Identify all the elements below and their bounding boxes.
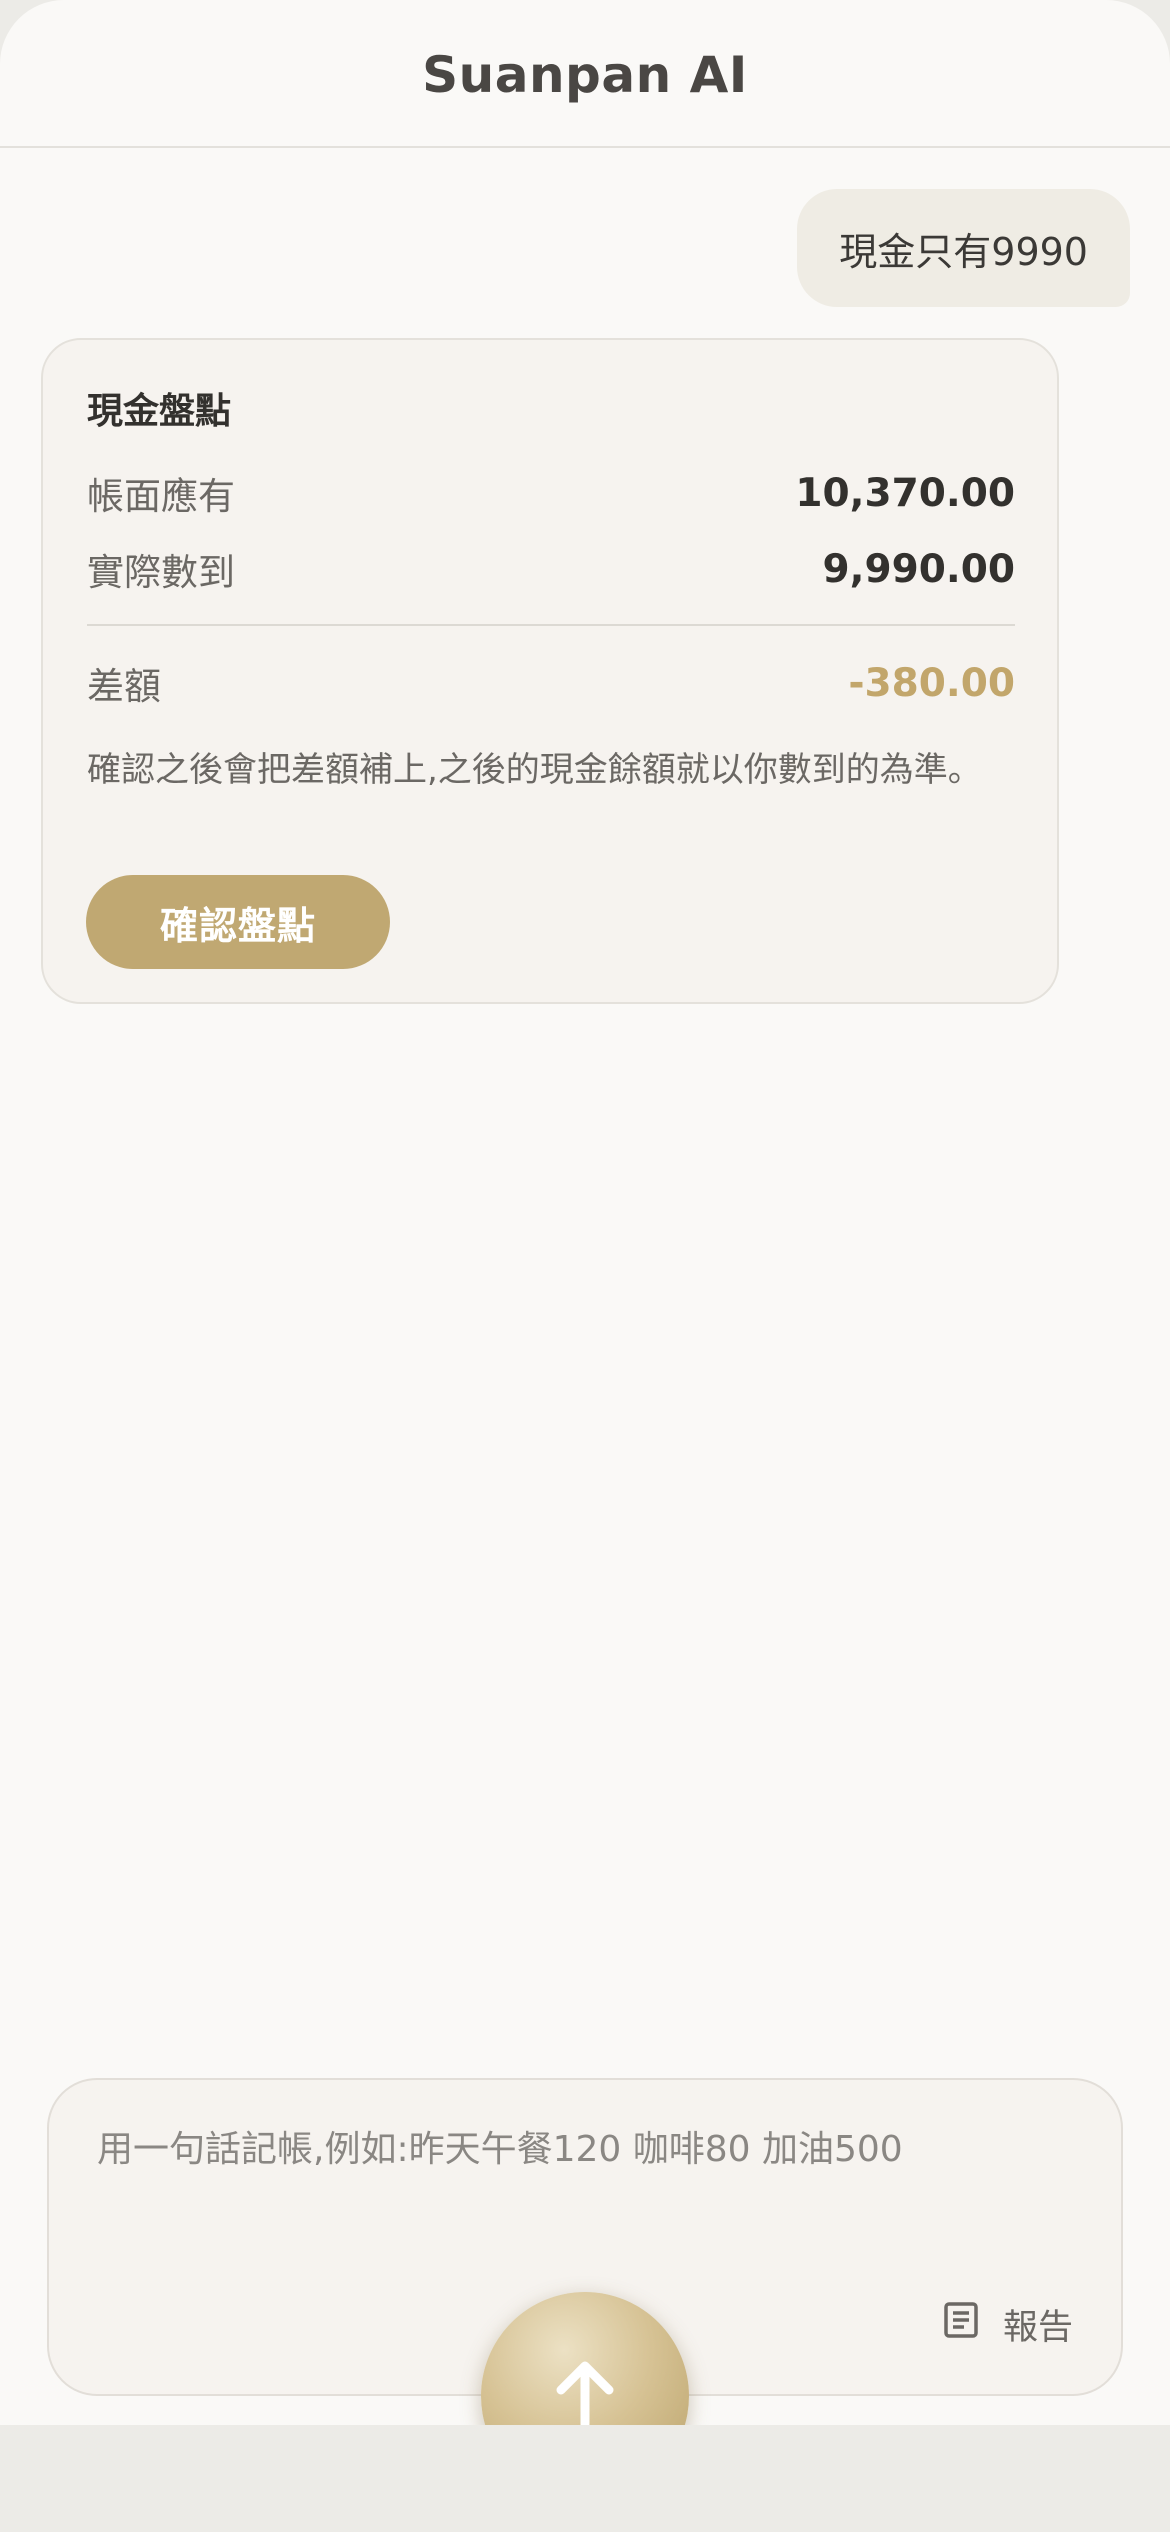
user-message-text: 現金只有9990 (839, 229, 1088, 274)
app-title: Suanpan AI (422, 46, 748, 104)
app-screen: Suanpan AI 現金只有9990 現金盤點 帳面應有 10,370.00 … (0, 0, 1170, 2425)
counted-balance-row: 實際數到 9,990.00 (87, 544, 1015, 595)
user-message-bubble: 現金只有9990 (797, 189, 1130, 307)
card-divider (87, 624, 1015, 626)
confirm-count-label: 確認盤點 (159, 903, 316, 948)
document-icon (943, 2301, 979, 2348)
difference-row: 差額 -380.00 (87, 658, 1015, 709)
app-header: Suanpan AI (0, 0, 1170, 148)
arrow-up-icon (556, 2361, 614, 2425)
book-balance-value: 10,370.00 (795, 470, 1015, 516)
message-input[interactable]: 用一句話記帳,例如:昨天午餐120 咖啡80 加油500 (97, 2120, 1077, 2172)
difference-label: 差額 (87, 665, 161, 708)
counted-balance-label: 實際數到 (87, 551, 235, 594)
cash-count-card: 現金盤點 帳面應有 10,370.00 實際數到 9,990.00 差額 -38… (41, 338, 1059, 1004)
report-label: 報告 (1002, 2308, 1073, 2348)
difference-value: -380.00 (848, 660, 1015, 706)
confirm-note: 確認之後會把差額補上,之後的現金餘額就以你數到的為準。 (87, 750, 982, 790)
card-title: 現金盤點 (87, 391, 232, 432)
book-balance-row: 帳面應有 10,370.00 (87, 468, 1015, 519)
bottom-bar (0, 2425, 1170, 2532)
book-balance-label: 帳面應有 (87, 475, 235, 518)
report-button[interactable]: 報告 (943, 2299, 1073, 2350)
confirm-count-button[interactable]: 確認盤點 (86, 875, 390, 969)
counted-balance-value: 9,990.00 (822, 546, 1015, 592)
